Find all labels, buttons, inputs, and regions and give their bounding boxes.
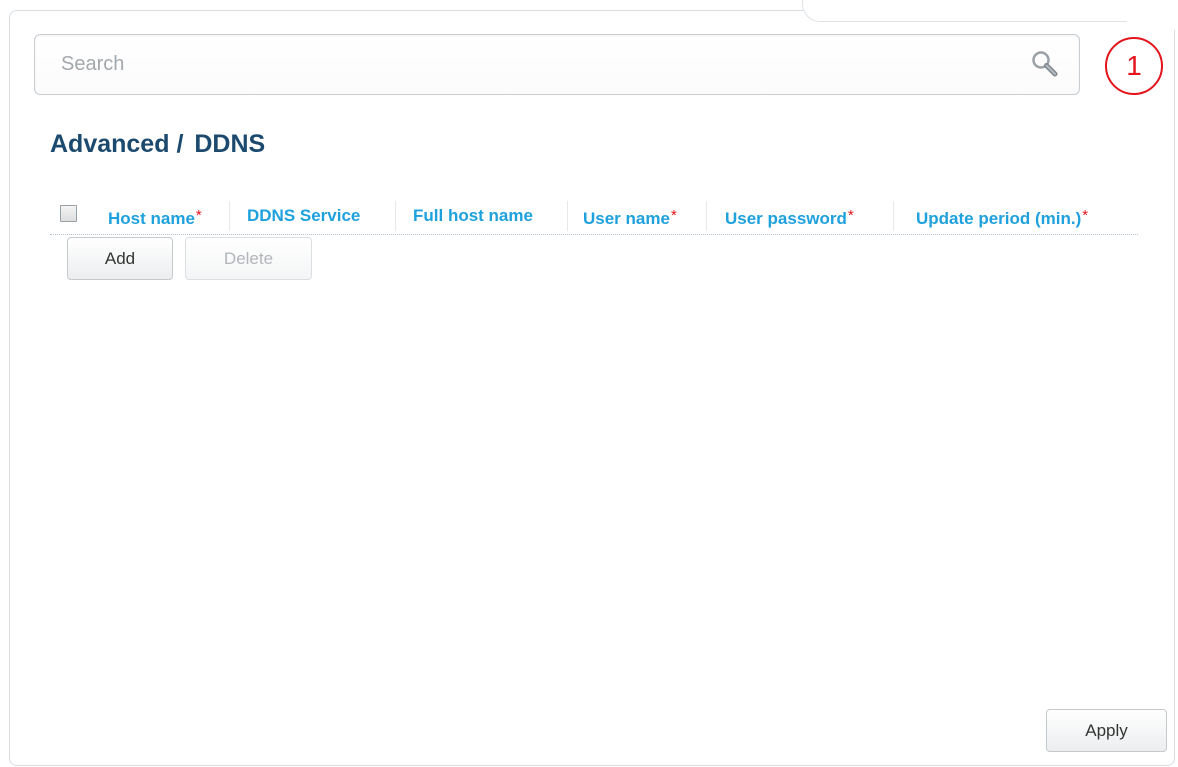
add-button[interactable]: Add	[67, 237, 173, 280]
column-update-period[interactable]: Update period (min.)*	[916, 197, 1088, 234]
page-title: Advanced / DDNS	[50, 130, 265, 159]
content-panel	[9, 10, 1175, 766]
column-ddns-service[interactable]: DDNS Service	[247, 197, 360, 234]
column-divider	[706, 201, 707, 231]
column-host-name[interactable]: Host name*	[108, 197, 202, 234]
search-box[interactable]	[34, 34, 1080, 95]
column-divider	[395, 201, 396, 231]
delete-button[interactable]: Delete	[185, 237, 312, 280]
column-divider	[229, 201, 230, 231]
breadcrumb-separator: /	[176, 130, 184, 158]
column-user-name[interactable]: User name*	[583, 197, 677, 234]
column-divider	[893, 201, 894, 231]
search-icon[interactable]	[1029, 49, 1061, 81]
top-tab-notch	[802, 0, 1178, 22]
breadcrumb-page: DDNS	[194, 130, 266, 158]
select-all-checkbox[interactable]	[60, 205, 77, 222]
top-tab-notch-edge	[1127, 10, 1178, 30]
column-divider	[567, 201, 568, 231]
notification-badge[interactable]: 1	[1105, 37, 1163, 95]
breadcrumb-section: Advanced	[50, 130, 170, 158]
search-input[interactable]	[35, 35, 1015, 94]
column-user-password[interactable]: User password*	[725, 197, 854, 234]
apply-button[interactable]: Apply	[1046, 709, 1167, 752]
ddns-table-header: Host name* DDNS Service Full host name U…	[50, 197, 1138, 235]
column-full-host-name[interactable]: Full host name	[413, 197, 533, 234]
